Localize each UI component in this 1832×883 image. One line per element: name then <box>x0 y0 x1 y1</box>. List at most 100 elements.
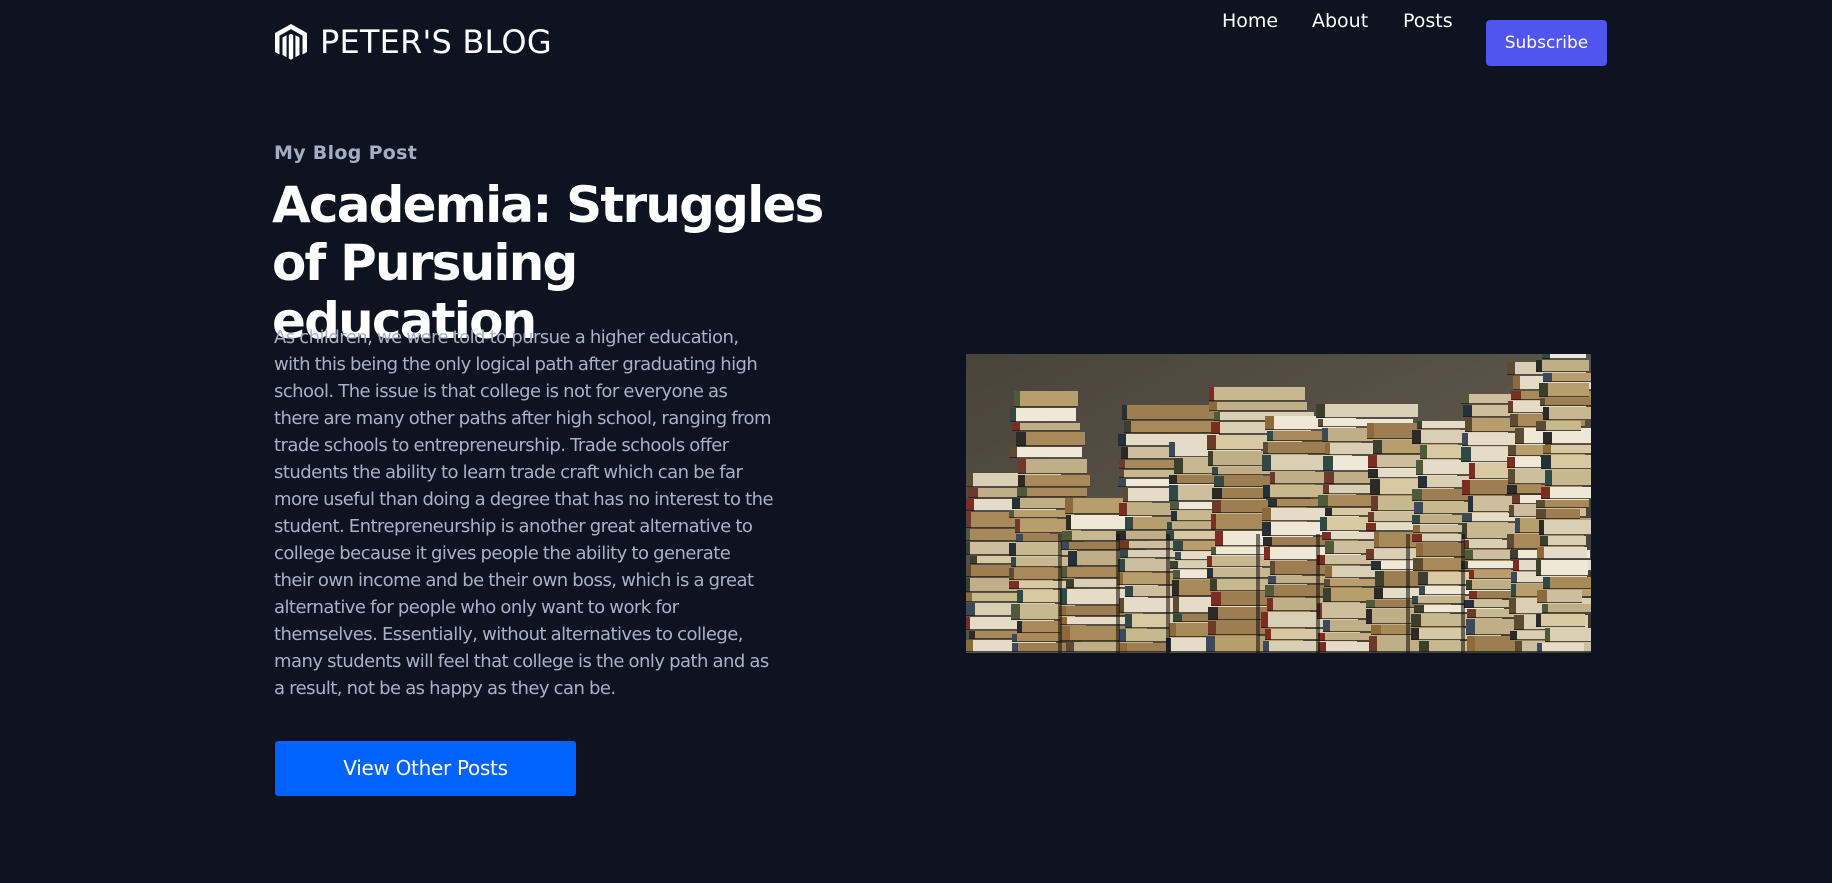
book-stack-cover <box>1265 416 1274 430</box>
book-stack-page <box>1536 360 1589 372</box>
book-stack-cover <box>1121 447 1128 459</box>
book-stack-cover <box>1323 456 1333 471</box>
book-stack-shadow <box>1539 396 1589 397</box>
book-stack-shadow <box>1061 549 1146 550</box>
book-stack-cover <box>1316 404 1325 418</box>
book-stack-cover <box>1119 629 1126 642</box>
book-stack-cover <box>1461 394 1469 404</box>
book-stack-shadow <box>1540 545 1586 546</box>
book-stack-cover <box>1167 522 1172 530</box>
nav-about-link[interactable]: About <box>1312 0 1368 46</box>
book-stack-cover <box>1169 442 1175 457</box>
book-stack-cover <box>1542 604 1548 613</box>
book-stack-cover <box>1012 498 1020 509</box>
book-stack-cover <box>1325 508 1332 516</box>
brand[interactable]: PETER'S BLOG <box>274 22 552 62</box>
book-stack-shadow <box>1465 559 1546 560</box>
book-stack-shadow <box>1316 417 1418 418</box>
book-stack-shadow <box>1536 507 1589 508</box>
book-stack-cover <box>1175 552 1181 560</box>
book-stack-shadow <box>1012 641 1081 642</box>
book-stack-cover <box>970 556 977 564</box>
book-stack-cover <box>1262 508 1271 521</box>
book-stack-cover <box>1467 609 1476 618</box>
book-stack-cover <box>1125 614 1132 628</box>
nav-posts-link[interactable]: Posts <box>1403 0 1453 46</box>
book-stack-gap <box>1461 534 1465 653</box>
book-stack-cover <box>1009 568 1014 580</box>
book-stack-shadow <box>1018 486 1090 487</box>
book-stack-cover <box>1261 612 1268 628</box>
nav-home-link[interactable]: Home <box>1222 0 1278 46</box>
book-stack-cover <box>1418 572 1428 585</box>
book-stack-cover <box>1010 408 1016 422</box>
book-stack-cover <box>1119 460 1125 469</box>
book-stack-shadow <box>1122 419 1218 420</box>
book-stack-cover <box>1125 586 1133 597</box>
book-stack-shadow <box>1124 432 1219 433</box>
book-stack-cover <box>1419 641 1429 652</box>
book-stack-cover <box>1267 598 1273 611</box>
book-stack-cover <box>1543 373 1552 382</box>
book-stack-cover <box>1369 636 1377 652</box>
book-stack-cover <box>1469 463 1475 479</box>
book-stack-cover <box>1124 421 1131 433</box>
book-stack-cover <box>1412 489 1422 501</box>
book-stack-cover <box>1462 433 1468 446</box>
book-stack-cover <box>1366 523 1376 531</box>
book-stack-cover <box>1009 581 1019 589</box>
book-stack-shadow <box>1539 534 1591 535</box>
book-stack-cover <box>1508 401 1513 413</box>
subscribe-button[interactable]: Subscribe <box>1486 20 1607 66</box>
book-stack-cover <box>1543 432 1552 444</box>
book-stack-shadow <box>1543 443 1591 444</box>
book-stack-cover <box>1062 531 1072 541</box>
book-stack-cover <box>1371 625 1381 635</box>
book-stack-cover <box>1508 445 1516 456</box>
book-stack-shadow <box>1014 406 1078 407</box>
book-stack-cover <box>1416 543 1423 557</box>
book-stack-cover <box>1413 525 1420 533</box>
book-stack-cover <box>1511 391 1521 400</box>
book-stack-gap <box>1058 534 1062 653</box>
book-stack-cover <box>1417 421 1422 429</box>
book-stack-cover <box>1507 485 1517 494</box>
book-stack-cover <box>1208 451 1213 466</box>
book-stack-cover <box>1018 459 1026 474</box>
book-stack-cover <box>1469 591 1477 599</box>
book-stack-shadow <box>1543 381 1591 382</box>
book-stack-cover <box>1262 455 1271 471</box>
book-stack-cover <box>1463 405 1472 417</box>
book-stack-cover <box>1411 628 1419 640</box>
book-stack-cover <box>1515 428 1524 444</box>
book-stack-page <box>1537 547 1587 559</box>
book-stack-cover <box>1170 502 1179 510</box>
book-stack-cover <box>1267 431 1273 441</box>
book-stack-cover <box>1462 513 1472 522</box>
book-stack-cover <box>1541 487 1550 499</box>
view-other-posts-button[interactable]: View Other Posts <box>275 741 576 796</box>
book-stack-cover <box>1009 543 1016 556</box>
book-stack-cover <box>1374 588 1383 599</box>
book-stack-cover <box>1018 475 1025 487</box>
book-stack-shadow <box>1537 651 1584 652</box>
book-stack-shadow <box>1537 602 1582 603</box>
book-stack-cover <box>1209 387 1214 401</box>
book-stack-page <box>1539 520 1591 535</box>
book-stack-cover <box>1366 600 1375 608</box>
book-stack-cover <box>1016 534 1023 542</box>
book-stack-cover <box>1536 421 1546 431</box>
book-stack-cover <box>1513 560 1519 571</box>
book-stack-shadow <box>1009 579 1075 580</box>
book-stack-cover <box>1541 455 1551 469</box>
book-stack-page <box>1016 432 1085 446</box>
brand-name: PETER'S BLOG <box>320 23 552 61</box>
book-stack-cover <box>1011 557 1016 567</box>
book-stack-cover <box>1015 519 1020 533</box>
book-stack-gap <box>1256 534 1260 653</box>
book-stack-cover <box>1510 550 1518 559</box>
book-stack-shadow <box>1543 588 1591 589</box>
book-stack-cover <box>1420 445 1427 459</box>
book-stack-cover <box>1210 579 1217 591</box>
book-stack-cover <box>1173 570 1180 579</box>
